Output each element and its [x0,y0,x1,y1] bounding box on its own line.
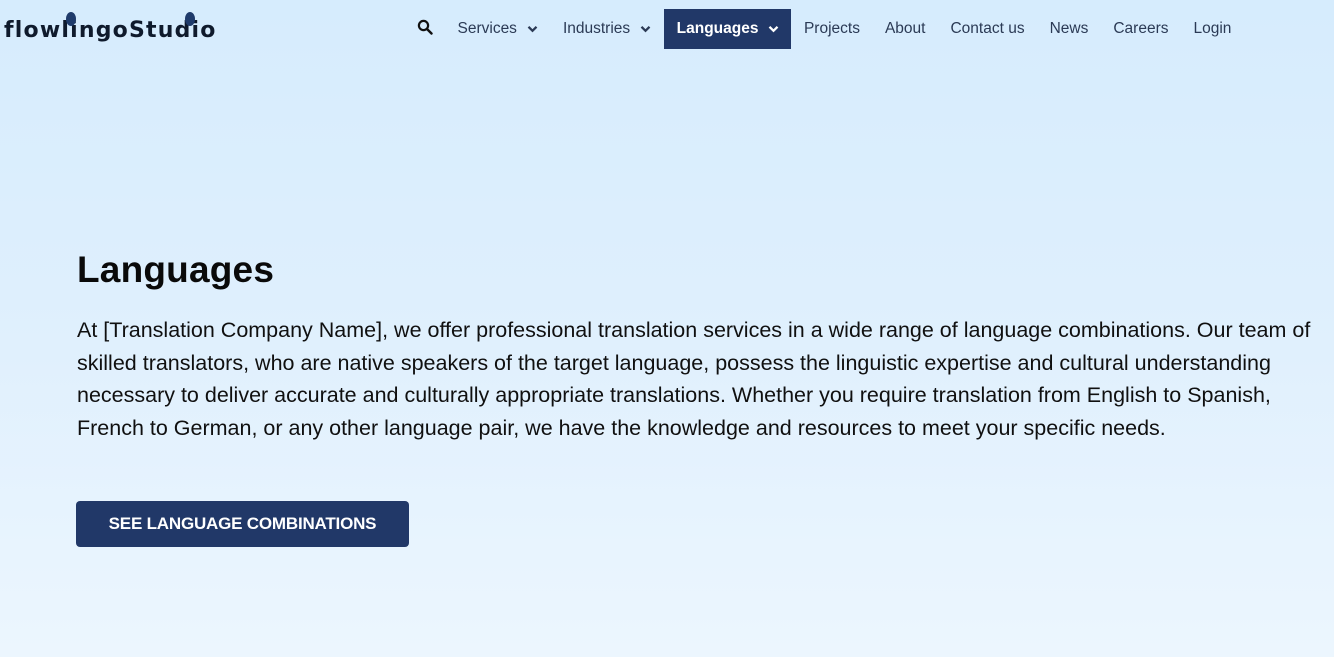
nav-item-label: Projects [803,20,860,37]
nav-item-label: Industries [562,20,631,37]
nav-item-contact-us[interactable]: Contact us [938,9,1037,49]
nav-item-login[interactable]: Login [1181,9,1244,49]
nav-item-label: Services [457,20,517,37]
nav-item-industries[interactable]: Industries [550,9,663,49]
site-header: flowlingoStudio Services Industries Lang… [0,0,1334,60]
nav-item-label: News [1049,20,1089,37]
page-title: Languages [77,249,275,290]
chevron-down-icon [527,25,538,33]
nav-item-label: Careers [1113,20,1169,37]
see-language-combinations-button[interactable]: SEE LANGUAGE COMBINATIONS [76,501,409,547]
hero-section: Languages At [Translation Company Name],… [77,248,1334,444]
nav-item-languages[interactable]: Languages [663,9,792,49]
logo-dot [66,12,76,26]
nav-item-label: About [884,20,926,37]
logo-dot [185,12,195,26]
nav-item-label: Languages [676,20,759,37]
chevron-down-icon [768,25,779,33]
nav-item-services[interactable]: Services [445,9,550,49]
nav-item-about[interactable]: About [872,9,938,49]
nav-item-label: Contact us [950,20,1025,37]
nav-item-label: Login [1193,20,1232,37]
logo[interactable]: flowlingoStudio [4,12,217,43]
nav-search-button[interactable] [405,9,445,49]
hero-description: At [Translation Company Name], we offer … [77,318,1311,440]
search-icon [417,19,433,40]
nav-item-news[interactable]: News [1037,9,1101,49]
nav-item-projects[interactable]: Projects [791,9,872,49]
main-nav: Services Industries Languages Projects A… [405,9,1244,49]
chevron-down-icon [640,25,651,33]
nav-item-careers[interactable]: Careers [1101,9,1181,49]
